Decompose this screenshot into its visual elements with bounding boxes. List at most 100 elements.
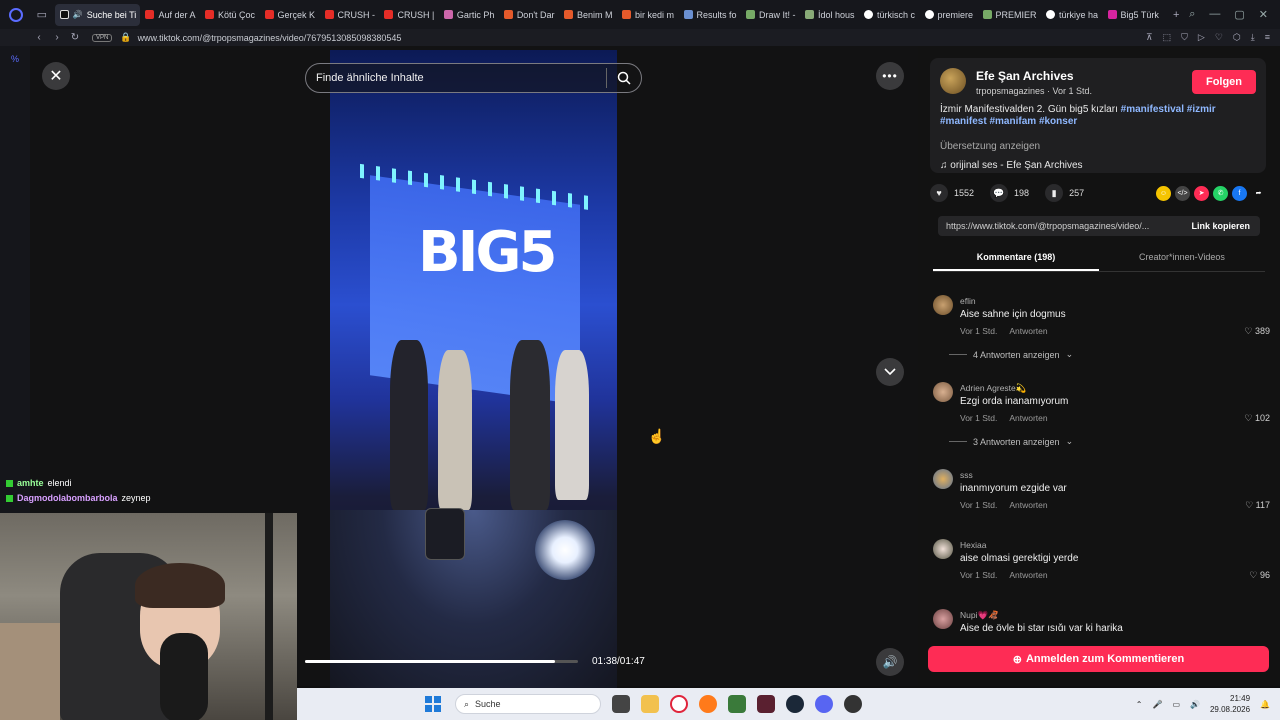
send-icon[interactable]: ➤ xyxy=(1194,185,1209,201)
opera-logo-icon[interactable] xyxy=(9,7,23,22)
commenter-avatar[interactable] xyxy=(933,469,953,489)
author-avatar[interactable] xyxy=(940,68,966,94)
comment-like[interactable]: ♡ 102 xyxy=(1244,413,1270,424)
notifications-icon[interactable]: 🔔 xyxy=(1260,700,1270,709)
more-options-button[interactable]: ••• xyxy=(876,62,904,90)
discord-icon[interactable] xyxy=(815,695,833,713)
tab-gartic[interactable]: Gartic Ph xyxy=(439,4,499,26)
minimize-icon[interactable]: — xyxy=(1209,8,1220,21)
close-window-icon[interactable]: ✕ xyxy=(1259,8,1268,21)
comment-like[interactable]: ♡ 117 xyxy=(1245,500,1270,511)
tab-idol[interactable]: İdol hous xyxy=(800,4,859,26)
view-replies-button[interactable]: 4 Antworten anzeigen ⌄ xyxy=(949,349,1073,360)
back-icon[interactable]: ‹ xyxy=(30,32,48,43)
login-to-comment-button[interactable]: ⊕ Anmelden zum Kommentieren xyxy=(928,646,1269,672)
jetbrains-icon[interactable] xyxy=(757,695,775,713)
snapshot-icon[interactable]: ⬚ xyxy=(1163,32,1172,43)
reply-button[interactable]: Antworten xyxy=(1009,413,1047,423)
play-icon[interactable]: ▷ xyxy=(1198,32,1205,43)
commenter-avatar[interactable] xyxy=(933,382,953,402)
tab-wattpad-1[interactable]: Don't Dar xyxy=(499,4,559,26)
comment-like[interactable]: ♡ 96 xyxy=(1249,570,1270,581)
steam-icon[interactable] xyxy=(786,695,804,713)
sound-link[interactable]: ♫ orijinal ses - Efe Şan Archives xyxy=(940,160,1083,171)
network-icon[interactable]: ▭ xyxy=(1172,700,1180,709)
share-icon[interactable]: ➦ xyxy=(1251,186,1266,201)
tab-google-1[interactable]: türkisch c xyxy=(859,4,920,26)
microphone-icon[interactable]: 🎤 xyxy=(1152,700,1162,709)
close-button[interactable]: ✕ xyxy=(42,62,70,90)
tab-draw[interactable]: Draw It! - xyxy=(741,4,800,26)
tab-tiktok[interactable]: 🔊 Suche bei Ti xyxy=(54,3,141,26)
opera-icon[interactable] xyxy=(670,695,688,713)
firefox-icon[interactable] xyxy=(699,695,717,713)
search-icon[interactable] xyxy=(607,71,641,85)
tab-youtube-3[interactable]: Gerçek K xyxy=(260,4,320,26)
commenter-name[interactable]: Nupi💗🦧 xyxy=(960,610,999,621)
pin-icon[interactable]: ⊼ xyxy=(1146,32,1153,43)
tab-youtube-5[interactable]: CRUSH | xyxy=(379,4,438,26)
commenter-name[interactable]: eflin xyxy=(960,296,976,306)
save-action[interactable]: ▮ 257 xyxy=(1045,184,1084,202)
reply-button[interactable]: Antworten xyxy=(1009,570,1047,580)
commenter-avatar[interactable] xyxy=(933,295,953,315)
tab-results[interactable]: Results fo xyxy=(679,4,741,26)
tab-youtube-4[interactable]: CRUSH - xyxy=(320,4,380,26)
video-progress-bar[interactable] xyxy=(305,660,578,663)
author-name[interactable]: Efe Şan Archives xyxy=(976,69,1074,83)
extensions-icon[interactable]: ⬡ xyxy=(1233,32,1241,43)
sidebar-app-icon[interactable]: % xyxy=(11,54,19,64)
commenter-avatar[interactable] xyxy=(933,539,953,559)
tab-wattpad-2[interactable]: Benim M xyxy=(559,4,617,26)
hashtag[interactable]: #izmir xyxy=(1187,104,1216,115)
repost-icon[interactable]: ☺ xyxy=(1156,185,1171,201)
tab-premier[interactable]: PREMIER xyxy=(978,4,1041,26)
commenter-name[interactable]: Hexiaa xyxy=(960,540,986,550)
workspaces-icon[interactable]: ▭ xyxy=(35,8,49,22)
taskbar-search[interactable]: ⌕ Suche xyxy=(455,694,601,714)
volume-icon[interactable]: 🔊 xyxy=(876,648,904,676)
tab-google-2[interactable]: premiere xyxy=(920,4,978,26)
tab-google-3[interactable]: türkiye ha xyxy=(1041,4,1103,26)
tab-creator-videos[interactable]: Creator*innen-Videos xyxy=(1099,248,1265,271)
download-icon[interactable]: ⤓ xyxy=(1251,32,1255,43)
view-replies-button[interactable]: 3 Antworten anzeigen ⌄ xyxy=(949,436,1073,447)
url-field[interactable]: www.tiktok.com/@trpopsmagazines/video/76… xyxy=(138,33,402,43)
file-explorer-icon[interactable] xyxy=(641,695,659,713)
task-view-icon[interactable] xyxy=(612,695,630,713)
chevron-up-icon[interactable]: ⌃ xyxy=(1136,700,1143,709)
commenter-name[interactable]: Adrien Agreste💫 xyxy=(960,383,1026,394)
hashtag[interactable]: #konser xyxy=(1039,116,1077,127)
reply-button[interactable]: Antworten xyxy=(1009,500,1047,510)
new-tab-icon[interactable]: + xyxy=(1169,8,1183,22)
hashtag[interactable]: #manifam xyxy=(989,116,1036,127)
video-player[interactable]: BIG5 xyxy=(330,50,617,688)
obs-icon[interactable] xyxy=(844,695,862,713)
like-action[interactable]: ♥ 1552 xyxy=(930,184,974,202)
tab-youtube-1[interactable]: Auf der A xyxy=(140,4,200,26)
sound-icon[interactable]: 🔊 xyxy=(1190,700,1200,709)
reload-icon[interactable]: ↻ xyxy=(66,32,84,43)
whatsapp-icon[interactable]: ✆ xyxy=(1213,185,1228,201)
follow-button[interactable]: Folgen xyxy=(1192,70,1256,94)
search-input[interactable]: Finde ähnliche Inhalte xyxy=(316,72,606,84)
translate-link[interactable]: Übersetzung anzeigen xyxy=(940,141,1040,152)
similar-content-search[interactable]: Finde ähnliche Inhalte xyxy=(305,63,642,93)
minecraft-icon[interactable] xyxy=(728,695,746,713)
facebook-icon[interactable]: f xyxy=(1232,185,1247,201)
embed-icon[interactable]: </> xyxy=(1175,185,1190,201)
clock[interactable]: 21:49 29.08.2026 xyxy=(1210,693,1250,715)
comment-action[interactable]: 💬 198 xyxy=(990,184,1029,202)
commenter-avatar[interactable] xyxy=(933,609,953,629)
menu-icon[interactable]: ≡ xyxy=(1265,32,1270,43)
heart-icon[interactable]: ♡ xyxy=(1215,32,1223,43)
hashtag[interactable]: #manifestival xyxy=(1121,104,1184,115)
reply-button[interactable]: Antworten xyxy=(1009,326,1047,336)
hashtag[interactable]: #manifest xyxy=(940,116,987,127)
maximize-icon[interactable]: ▢ xyxy=(1234,8,1244,21)
forward-icon[interactable]: › xyxy=(48,32,66,43)
next-video-button[interactable] xyxy=(876,358,904,386)
windows-start-icon[interactable] xyxy=(425,696,441,712)
vpn-badge[interactable]: VPN xyxy=(92,33,113,42)
video-link[interactable]: https://www.tiktok.com/@trpopsmagazines/… xyxy=(938,221,1181,231)
